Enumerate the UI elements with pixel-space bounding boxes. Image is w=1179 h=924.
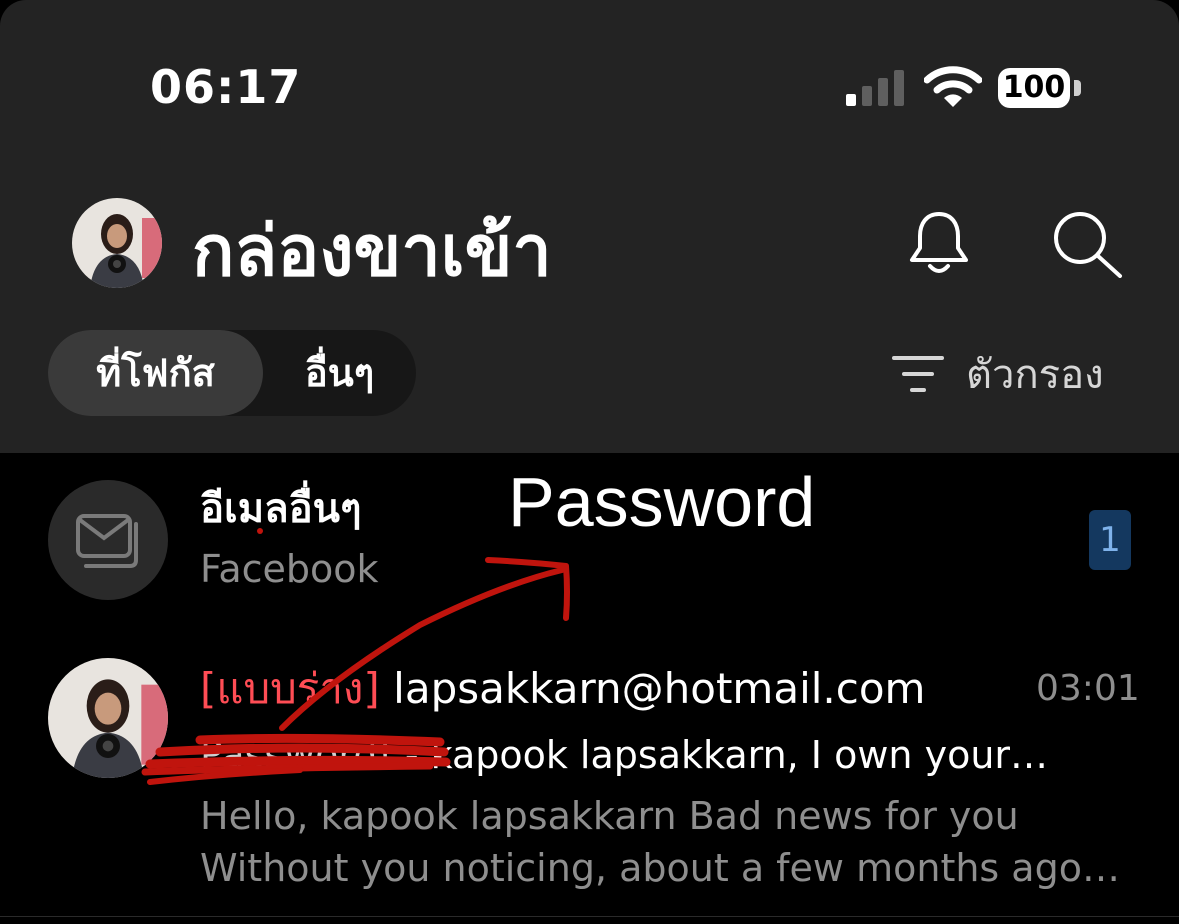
- tab-focused[interactable]: ที่โฟกัส: [48, 330, 263, 416]
- mail-preview: Hello, kapook lapsakkarn Bad news for yo…: [200, 790, 1120, 894]
- subject-text: - kapook lapsakkarn, I own your…: [392, 733, 1049, 777]
- mail-time: 03:01: [1036, 668, 1140, 709]
- stacked-mail-icon: [76, 514, 138, 568]
- battery-tip: [1074, 80, 1081, 96]
- other-mail-icon-circle: [48, 480, 168, 600]
- cellular-signal-icon: [846, 70, 904, 106]
- preview-line-1: Hello, kapook lapsakkarn Bad news for yo…: [200, 794, 1019, 838]
- status-time: 06:17: [150, 60, 302, 114]
- subject-hidden-part: Password!: [200, 733, 393, 777]
- filter-icon[interactable]: [892, 354, 944, 394]
- tab-other[interactable]: อื่นๆ: [263, 330, 416, 416]
- profile-photo-icon: [72, 198, 162, 288]
- wifi-icon: [924, 66, 982, 107]
- mail-subject: Password! - kapook lapsakkarn, I own you…: [200, 728, 1048, 782]
- notification-bell-icon[interactable]: [904, 208, 974, 278]
- row-divider: [0, 916, 1179, 917]
- other-mail-title[interactable]: อีเมลอื่นๆ: [200, 478, 361, 540]
- unread-count-badge: 1: [1089, 510, 1131, 570]
- inbox-tab-switcher: ที่โฟกัส อื่นๆ: [48, 330, 416, 416]
- account-avatar[interactable]: [72, 198, 162, 288]
- other-mail-subtitle: Facebook: [200, 547, 379, 591]
- page-title: กล่องขาเข้า: [192, 210, 552, 292]
- draft-label: [แบบร่าง]: [200, 664, 380, 713]
- sender-address: lapsakkarn@hotmail.com: [393, 664, 926, 713]
- mail-sender-line[interactable]: [แบบร่าง] lapsakkarn@hotmail.com: [200, 660, 925, 718]
- annotation-password-label: Password: [508, 463, 816, 541]
- preview-line-2: Without you noticing, about a few months…: [200, 846, 1120, 890]
- inbox-header: 06:17 100 กล่องขาเข้า ที่โฟกัส อื่นๆ ตัว…: [0, 0, 1179, 453]
- profile-photo-icon: [48, 658, 168, 778]
- filter-button-label[interactable]: ตัวกรอง: [966, 346, 1104, 404]
- sender-avatar: [48, 658, 168, 778]
- search-icon[interactable]: [1050, 208, 1124, 278]
- battery-indicator: 100: [998, 68, 1070, 108]
